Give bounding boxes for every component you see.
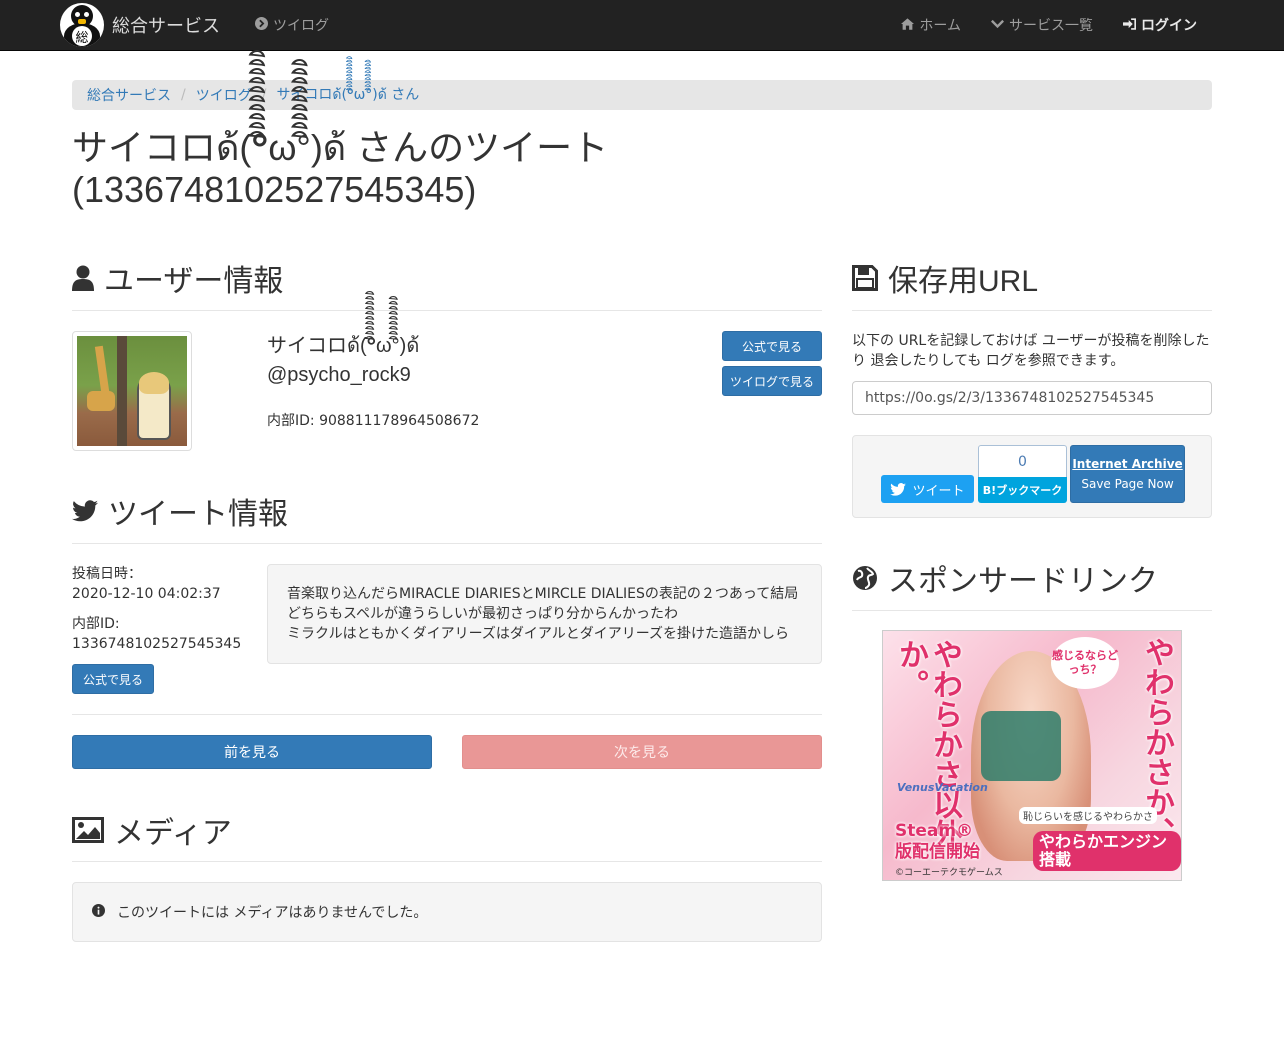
user-official-button[interactable]: 公式で見る [722, 331, 822, 361]
media-empty-notice: このツイートには メディアはありませんでした。 [72, 882, 822, 942]
user-icon [72, 265, 94, 291]
prev-button[interactable]: 前を見る [72, 735, 432, 769]
tweet-id: 1336748102527545345 [72, 636, 242, 652]
sponsor-heading: スポンサードリンク [852, 556, 1158, 600]
nav-login-link[interactable]: ログイン [1108, 0, 1212, 50]
nav-twilog-link[interactable]: ツイログ [240, 0, 344, 50]
hatena-bookmark-button[interactable]: B!ブックマーク [978, 477, 1067, 503]
breadcrumb-item-twilog[interactable]: ツイログ [196, 85, 252, 105]
image-icon [72, 817, 104, 843]
avatar [72, 331, 192, 451]
user-display-name: サイコロด้(°ิิิิิิิิิิω°ิิิิิิิิิ)ด้ [267, 335, 420, 357]
user-info-heading: ユーザー情報 [72, 256, 283, 300]
user-twilog-button[interactable]: ツイログで見る [722, 366, 822, 396]
tweet-official-button[interactable]: 公式で見る [72, 664, 154, 694]
globe-icon [852, 565, 878, 591]
floppy-disk-icon [852, 265, 878, 291]
twitter-icon [72, 500, 98, 522]
brand-link[interactable]: 総 総合サービス [60, 0, 220, 50]
save-url-description: 以下の URLを記録しておけば ユーザーが投稿を削除したり 退会したりしても ロ… [852, 333, 1210, 369]
chevron-circle-right-icon [255, 17, 268, 33]
breadcrumb: 総合サービス / ツイログ / サイコロด้(°ิิิิิิิิิิω°ิิิิ… [72, 80, 1212, 110]
share-panel: ツイート 0 B!ブックマーク Internet Archive Save Pa… [852, 435, 1212, 518]
tweet-id-block: 内部ID: 1336748102527545345 [72, 616, 242, 652]
navbar: 総 総合サービス ツイログ ホーム サービス一覧 ログイン [0, 0, 1284, 51]
nav-services-link[interactable]: サービス一覧 [976, 0, 1108, 50]
sign-in-icon [1123, 17, 1136, 33]
save-url-input[interactable] [852, 381, 1212, 415]
tweet-info-heading: ツイート情報 [72, 489, 288, 533]
chevron-down-icon [990, 18, 1005, 32]
user-internal-id: 内部ID: 908811178964508672 [267, 413, 480, 429]
brand-name: 総合サービス [112, 16, 220, 36]
hatena-bookmark-count: 0 [978, 445, 1067, 477]
next-button[interactable]: 次を見る [462, 735, 822, 769]
posted-date-block: 投稿日時： 2020-12-10 04:02:37 [72, 566, 221, 602]
twitter-icon [890, 482, 907, 496]
internet-archive-button[interactable]: Internet Archive Save Page Now [1070, 445, 1185, 503]
posted-date: 2020-12-10 04:02:37 [72, 586, 221, 602]
user-screen-name: @psycho_rock9 [267, 364, 411, 386]
penguin-logo-icon: 総 [60, 3, 104, 47]
breadcrumb-item-top[interactable]: 総合サービス [87, 85, 171, 105]
sponsored-ad-banner[interactable]: やわらかさ以外か。 やわらかさか、 感じるならどっち？ VenusVacatio… [882, 630, 1182, 881]
home-icon [901, 17, 915, 33]
save-url-heading: 保存用URL [852, 256, 1038, 300]
nav-home-link[interactable]: ホーム [886, 0, 976, 50]
tweet-text: 音楽取り込んだらMIRACLE DIARIESとMIRCLE DIALIESの表… [267, 564, 822, 664]
breadcrumb-item-user[interactable]: サイコロด้(°ิิิิิิิิิิω°ิิิิิิิิิ)ด้ さん [276, 84, 419, 106]
info-circle-icon [92, 903, 105, 921]
page-title: サイコロด้(°ิิิิิิิิิิω°ิิิิิิิิิ)ด้ さんのツイート… [72, 127, 609, 210]
tweet-share-button[interactable]: ツイート [881, 475, 974, 503]
media-heading: メディア [72, 808, 232, 852]
user-name-block: サイコロด้(°ิิิิิิิิิิω°ิิิิิิิิิ)ด้ @psycho… [267, 332, 419, 390]
